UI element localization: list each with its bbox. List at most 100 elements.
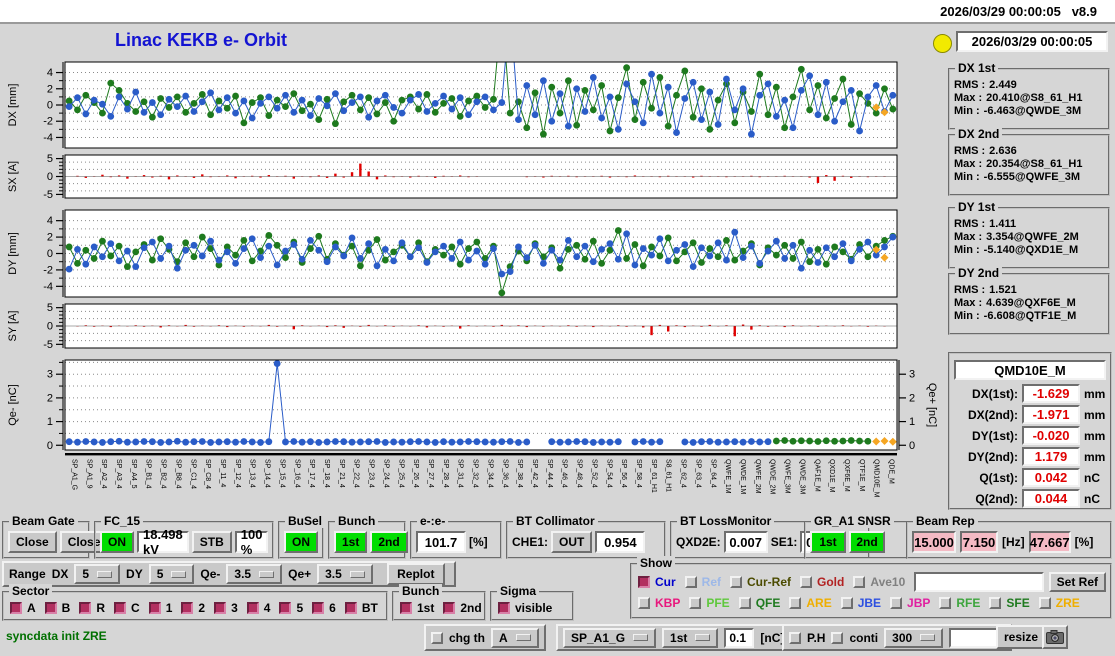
group-title: BT LossMonitor — [677, 514, 774, 528]
range-qep-dropdown[interactable]: 3.5 — [317, 564, 373, 584]
rms-label: RMS : — [954, 284, 985, 296]
checkbox-4[interactable] — [247, 602, 259, 614]
monitor-unit: mm — [1084, 450, 1106, 464]
busel-on-button[interactable]: ON — [284, 531, 318, 553]
svg-text:Qe+ [nC]: Qe+ [nC] — [926, 383, 938, 427]
threshold-input[interactable] — [726, 631, 752, 645]
che1-out-button[interactable]: OUT — [551, 531, 592, 553]
checkbox-c[interactable] — [114, 602, 126, 614]
checkbox-3[interactable] — [214, 602, 226, 614]
gr-snsr-group: GR_A1 SNSR 1st 2nd — [804, 521, 908, 559]
fc15-stb-button[interactable]: STB — [192, 531, 232, 553]
checkbox-bt[interactable] — [345, 602, 357, 614]
range-qem-dropdown[interactable]: 3.5 — [226, 564, 282, 584]
screenshot-button[interactable] — [1042, 625, 1068, 649]
checkbox-ave10[interactable] — [853, 576, 865, 588]
group-title: BT Collimator — [513, 514, 598, 528]
rms-value: 2.449 — [989, 79, 1017, 91]
checkbox-2[interactable] — [181, 602, 193, 614]
beam-rep-hz-label: [Hz] — [1002, 535, 1025, 549]
range-dx-label: DX — [52, 567, 69, 581]
group-title: Beam Rep — [913, 514, 978, 528]
range-label: Range — [9, 567, 46, 581]
window-titlebar: 2026/03/29 00:00:05 v8.9 — [0, 0, 1115, 24]
checkbox-r[interactable] — [79, 602, 91, 614]
checkbox-sfe[interactable] — [989, 597, 1001, 609]
checkbox-5[interactable] — [279, 602, 291, 614]
bunch-1st-button[interactable]: 1st — [334, 531, 367, 553]
ph-checkbox[interactable] — [789, 632, 801, 644]
fc15-voltage-value: 18.498 kV — [137, 531, 189, 553]
group-title: Bunch — [399, 584, 442, 598]
svg-text:-2: -2 — [43, 116, 53, 128]
svg-text:QWDE_2M: QWDE_2M — [769, 459, 776, 495]
checkbox-cur[interactable] — [638, 576, 650, 588]
range-dy-dropdown[interactable]: 5 — [149, 564, 195, 584]
beam-gate-close-button-1[interactable]: Close — [8, 531, 57, 553]
svg-text:3: 3 — [909, 369, 915, 381]
checkbox-are[interactable] — [789, 597, 801, 609]
monitor-label: DY(1st): — [972, 429, 1018, 443]
checkbox-label: ZRE — [1056, 596, 1080, 610]
svg-text:SP_A4_5: SP_A4_5 — [130, 459, 137, 489]
checkbox-label: 2nd — [460, 601, 481, 615]
svg-text:SP_52_4: SP_52_4 — [590, 459, 597, 488]
checkbox-label: Cur — [655, 575, 676, 589]
conti-checkbox[interactable] — [831, 632, 843, 644]
checkbox-1st[interactable] — [400, 602, 412, 614]
checkbox-jbp[interactable] — [890, 597, 902, 609]
snsr-2nd-button[interactable]: 2nd — [849, 531, 885, 553]
chg-th-dropdown[interactable]: A — [491, 628, 539, 648]
dropdown-dash-icon — [695, 634, 710, 641]
min-value: -6.463@QWDE_3M — [984, 105, 1082, 117]
checkbox-6[interactable] — [312, 602, 324, 614]
checkbox-label: 6 — [329, 601, 336, 615]
checkbox-ref[interactable] — [685, 576, 697, 588]
checkbox-kbp[interactable] — [638, 597, 650, 609]
sp-bunch-dropdown[interactable]: 1st — [662, 628, 718, 648]
checkbox-jbe[interactable] — [841, 597, 853, 609]
ref-name-input[interactable] — [916, 575, 1041, 589]
snsr-1st-button[interactable]: 1st — [810, 531, 846, 553]
checkbox-2nd[interactable] — [443, 602, 455, 614]
checkbox-a[interactable] — [10, 602, 22, 614]
sp-bpm-dropdown[interactable]: SP_A1_G — [563, 628, 656, 648]
svg-text:-4: -4 — [43, 132, 53, 144]
checkbox-pfe[interactable] — [689, 597, 701, 609]
svg-text:SP_54_4: SP_54_4 — [605, 459, 612, 488]
checkbox-cur-ref[interactable] — [730, 576, 742, 588]
camera-icon — [1046, 630, 1064, 644]
sp-select-panel: SP_A1_G 1st [nC] — [556, 624, 791, 651]
set-ref-button[interactable]: Set Ref — [1049, 572, 1106, 592]
svg-text:SP_31_4: SP_31_4 — [457, 459, 464, 488]
min-label: Min : — [954, 171, 980, 183]
checkbox-qfe[interactable] — [739, 597, 751, 609]
svg-text:SP_48_4: SP_48_4 — [576, 459, 583, 488]
chg-th-checkbox[interactable] — [431, 632, 443, 644]
checkbox-rfe[interactable] — [939, 597, 951, 609]
svg-text:SP_A3_4: SP_A3_4 — [115, 459, 122, 489]
replot-button[interactable]: Replot — [387, 563, 445, 585]
min-label: Min : — [954, 105, 980, 117]
svg-text:SP_26_4: SP_26_4 — [412, 459, 419, 488]
checkbox-gold[interactable] — [800, 576, 812, 588]
chg-th-label: chg th — [449, 631, 485, 645]
fc15-group: FC_15 ON 18.498 kV STB 100 % — [94, 521, 274, 559]
checkbox-1[interactable] — [149, 602, 161, 614]
ee-ratio-unit: [%] — [469, 535, 488, 549]
fc15-on-button[interactable]: ON — [100, 531, 134, 553]
svg-text:0: 0 — [47, 171, 53, 183]
checkbox-b[interactable] — [45, 602, 57, 614]
svg-text:Qe- [nC]: Qe- [nC] — [7, 384, 19, 426]
checkbox-label: Ref — [702, 575, 721, 589]
status-indicator-lamp — [933, 34, 952, 53]
ph-conti-panel: P.H conti 300 — [782, 624, 1012, 651]
resize-button[interactable]: resize — [996, 625, 1046, 649]
points-dropdown[interactable]: 300 — [884, 628, 943, 648]
sector-group: Sector ABRC123456BT — [2, 591, 388, 621]
checkbox-zre[interactable] — [1039, 597, 1051, 609]
range-dx-dropdown[interactable]: 5 — [74, 564, 120, 584]
svg-text:SP_13_4: SP_13_4 — [249, 459, 256, 488]
checkbox-visible[interactable] — [498, 602, 510, 614]
bunch-2nd-button[interactable]: 2nd — [370, 531, 407, 553]
